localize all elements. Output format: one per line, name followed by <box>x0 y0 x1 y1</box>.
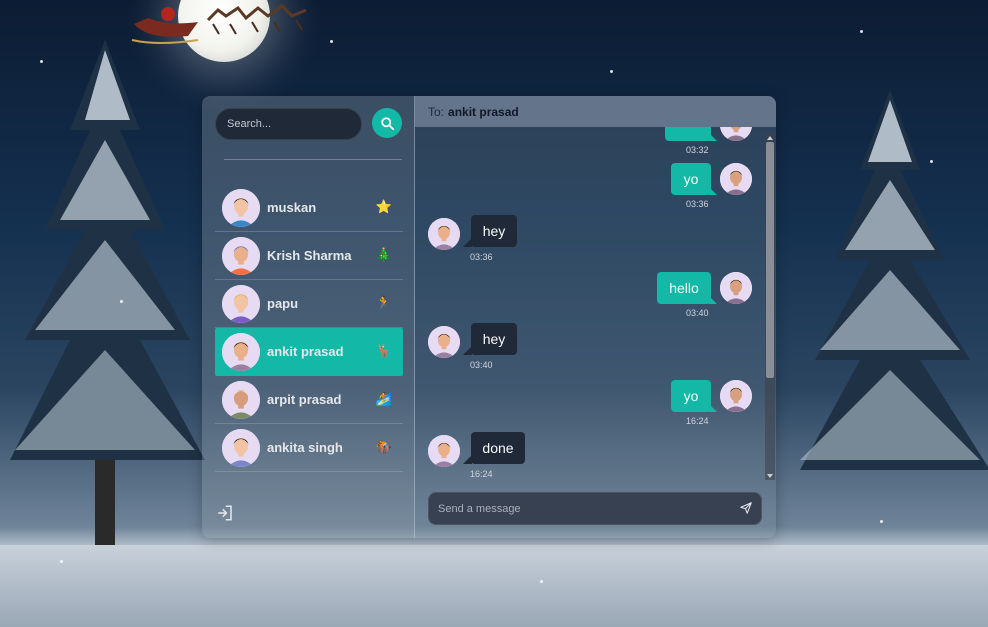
snowflake <box>880 520 883 523</box>
conversation-emoji: 🏇 <box>375 439 393 455</box>
snow-ground <box>0 545 988 627</box>
conversation-name: ankita singh <box>267 440 343 455</box>
message-time: 03:40 <box>686 308 709 318</box>
conversation-name: Krish Sharma <box>267 248 352 263</box>
scroll-up-arrow[interactable] <box>767 136 773 140</box>
conversation-name: arpit prasad <box>267 392 342 407</box>
snowflake <box>60 560 63 563</box>
conversation-item[interactable]: papu 🏃 <box>215 280 403 328</box>
snowy-tree-right <box>800 90 988 470</box>
message-bubble: hey <box>463 215 517 247</box>
message-incoming: hey 03:40 <box>415 323 765 375</box>
message-incoming: hey 03:36 <box>415 215 765 267</box>
avatar <box>222 188 260 227</box>
send-icon <box>740 502 752 514</box>
conversation-emoji: 🏄 <box>375 391 393 407</box>
snowflake <box>610 70 613 73</box>
scrollbar-thumb[interactable] <box>766 142 774 378</box>
message-time: 03:32 <box>686 145 709 155</box>
message-bubble <box>665 127 717 141</box>
message-bubble: yo <box>671 380 717 412</box>
search-input[interactable] <box>215 108 362 140</box>
chat-app-window: muskan ⭐ Krish Sharma 🎄 papu 🏃 ankit prasad 🦌 ar… <box>202 96 776 538</box>
avatar <box>222 236 260 275</box>
send-button[interactable] <box>738 501 754 517</box>
conversation-list: muskan ⭐ Krish Sharma 🎄 papu 🏃 ankit prasad 🦌 ar… <box>215 184 403 472</box>
message-avatar <box>720 272 752 304</box>
divider <box>224 159 402 160</box>
snowflake <box>540 580 543 583</box>
messages-list[interactable]: 03:32 yo 03:36 hey 03:36 hello 03:40 hey 03:40 yo… <box>415 127 765 480</box>
conversation-item[interactable]: Krish Sharma 🎄 <box>215 232 403 280</box>
message-outgoing: yo 03:36 <box>415 163 765 215</box>
snowflake <box>930 160 933 163</box>
snowflake <box>860 30 863 33</box>
message-time: 16:24 <box>686 416 709 426</box>
conversation-emoji: 🎄 <box>375 247 393 263</box>
conversation-item[interactable]: ankit prasad 🦌 <box>215 328 403 376</box>
message-time: 03:36 <box>470 252 493 262</box>
conversation-emoji: 🏃 <box>375 295 393 311</box>
avatar <box>222 380 260 419</box>
message-avatar <box>720 127 752 141</box>
message-input[interactable] <box>429 493 724 524</box>
message-outgoing: 03:32 <box>415 127 765 161</box>
to-label: To: <box>428 104 445 119</box>
snowflake <box>120 300 123 303</box>
message-container: To: ankit prasad 03:32 yo 03:36 hey 03:36 hel… <box>415 96 776 538</box>
message-outgoing: hello 03:40 <box>415 272 765 324</box>
message-avatar <box>428 326 460 358</box>
message-bubble: hello <box>657 272 717 304</box>
conversation-name: ankit prasad <box>267 344 344 359</box>
search-button[interactable] <box>372 108 402 138</box>
conversation-name: papu <box>267 296 299 311</box>
conversation-item[interactable]: ankita singh 🏇 <box>215 424 403 472</box>
conversation-name: muskan <box>267 200 317 215</box>
messages-scrollbar[interactable] <box>765 134 775 480</box>
search-form <box>215 108 405 140</box>
avatar <box>222 332 260 371</box>
sidebar: muskan ⭐ Krish Sharma 🎄 papu 🏃 ankit prasad 🦌 ar… <box>202 96 415 538</box>
message-incoming: done 16:24 <box>415 432 765 480</box>
message-outgoing: yo 16:24 <box>415 380 765 432</box>
message-time: 03:36 <box>686 199 709 209</box>
snowy-tree-left <box>10 40 205 560</box>
snowflake <box>330 40 333 43</box>
conversation-emoji: ⭐ <box>375 199 393 215</box>
conversation-emoji: 🦌 <box>375 343 393 359</box>
conversation-item[interactable]: muskan ⭐ <box>215 184 403 232</box>
message-bubble: hey <box>463 323 517 355</box>
message-avatar <box>428 435 460 467</box>
avatar <box>222 428 260 467</box>
recipient-name: ankit prasad <box>448 104 519 119</box>
message-bubble: yo <box>671 163 717 195</box>
message-time: 03:40 <box>470 360 493 370</box>
message-time: 16:24 <box>470 469 493 479</box>
message-bubble: done <box>463 432 525 464</box>
avatar <box>222 284 260 323</box>
chat-header: To: ankit prasad <box>415 96 776 127</box>
message-composer <box>428 492 762 525</box>
search-icon <box>380 116 394 130</box>
message-avatar <box>428 218 460 250</box>
scroll-down-arrow[interactable] <box>767 474 773 478</box>
snowflake <box>40 60 43 63</box>
message-avatar <box>720 163 752 195</box>
message-avatar <box>720 380 752 412</box>
logout-icon[interactable] <box>216 504 234 522</box>
conversation-item[interactable]: arpit prasad 🏄 <box>215 376 403 424</box>
